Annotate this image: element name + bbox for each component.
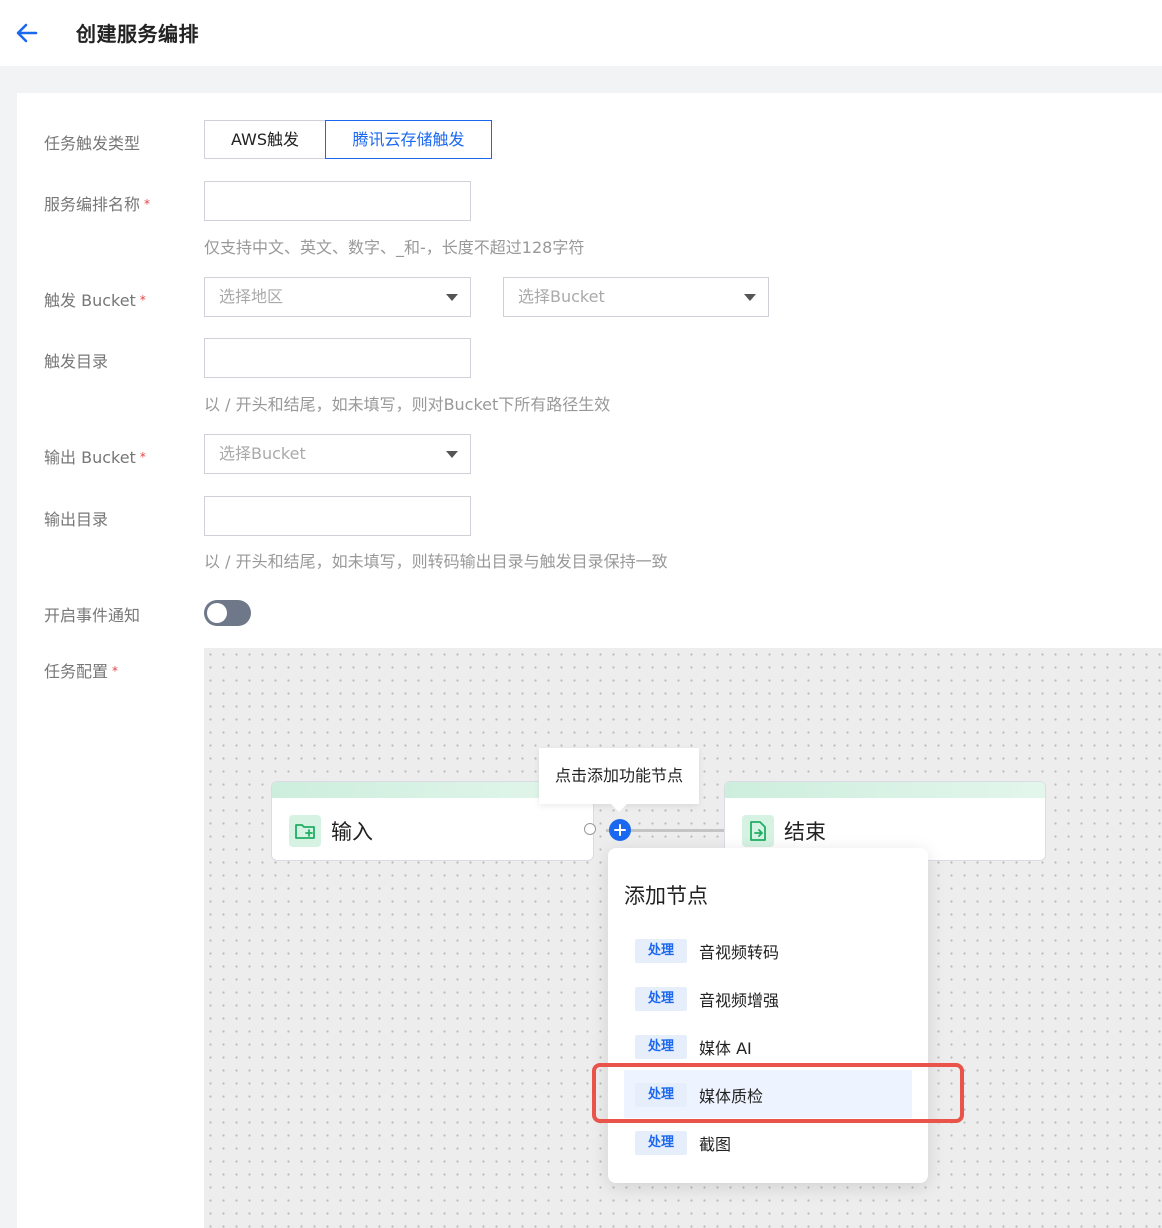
process-tag: 处理 — [635, 987, 687, 1011]
name-hint: 仅支持中文、英文、数字、_和-，长度不超过128字符 — [204, 238, 585, 257]
menu-item-label: 音视频转码 — [699, 943, 780, 962]
trigger-dir-input[interactable] — [204, 338, 471, 378]
menu-item-enhance[interactable]: 处理 音视频增强 — [624, 974, 912, 1022]
file-export-icon — [742, 815, 774, 847]
highlight-annotation — [592, 1063, 964, 1123]
name-input[interactable] — [204, 181, 471, 221]
page-title: 创建服务编排 — [76, 22, 199, 46]
name-label: 服务编排名称 * — [44, 191, 150, 215]
required-mark: * — [139, 450, 146, 464]
tooltip-text: 点击添加功能节点 — [554, 766, 683, 785]
trigger-type-tencent-cos[interactable]: 腾讯云存储触发 — [325, 120, 492, 159]
input-node-label: 输入 — [331, 820, 373, 844]
required-mark: * — [144, 197, 151, 211]
add-node-button[interactable] — [609, 819, 631, 841]
end-node-label: 结束 — [784, 820, 826, 844]
chevron-down-icon — [744, 294, 756, 301]
output-port[interactable] — [584, 823, 596, 835]
menu-item-label: 截图 — [699, 1135, 732, 1154]
task-config-label: 任务配置 * — [44, 658, 118, 682]
top-bar: 创建服务编排 — [0, 0, 1162, 66]
trigger-dir-label: 触发目录 — [44, 348, 108, 372]
output-bucket-label-text: 输出 Bucket — [44, 448, 136, 467]
process-tag: 处理 — [635, 1131, 687, 1155]
add-node-tooltip: 点击添加功能节点 — [539, 748, 699, 812]
event-notify-label-text: 开启事件通知 — [44, 606, 141, 625]
event-notify-toggle[interactable] — [204, 600, 251, 626]
toggle-knob — [207, 603, 227, 623]
arrow-left-icon[interactable] — [14, 20, 40, 46]
workflow-canvas[interactable]: 输入 结束 点击添加功能节点 添加节点 处理 音视频转码 处理 音视频增强 处理… — [204, 648, 1162, 1228]
node-header-stripe — [725, 782, 1045, 798]
add-node-menu: 添加节点 处理 音视频转码 处理 音视频增强 处理 媒体 AI 处理 媒体质检 … — [608, 848, 928, 1183]
plus-icon — [614, 824, 626, 836]
trigger-dir-label-text: 触发目录 — [44, 352, 109, 371]
chevron-down-icon — [446, 294, 458, 301]
trigger-bucket-select-placeholder: 选择Bucket — [518, 287, 605, 306]
region-select-placeholder: 选择地区 — [219, 287, 284, 306]
trigger-bucket-label-text: 触发 Bucket — [44, 291, 136, 310]
menu-item-screenshot[interactable]: 处理 截图 — [624, 1118, 912, 1166]
menu-item-transcode[interactable]: 处理 音视频转码 — [624, 926, 912, 974]
event-notify-label: 开启事件通知 — [44, 602, 140, 626]
output-bucket-select[interactable]: 选择Bucket — [204, 434, 471, 474]
process-tag: 处理 — [635, 1035, 687, 1059]
trigger-type-label-text: 任务触发类型 — [44, 134, 141, 153]
trigger-type-label: 任务触发类型 — [44, 130, 140, 154]
required-mark: * — [139, 293, 146, 307]
output-dir-label: 输出目录 — [44, 506, 108, 530]
trigger-bucket-select[interactable]: 选择Bucket — [503, 277, 769, 317]
add-node-menu-title: 添加节点 — [624, 884, 708, 908]
trigger-dir-hint: 以 / 开头和结尾，如未填写，则对Bucket下所有路径生效 — [204, 395, 611, 414]
trigger-bucket-label: 触发 Bucket * — [44, 287, 146, 311]
output-dir-input[interactable] — [204, 496, 471, 536]
form-card: 任务触发类型 AWS触发 腾讯云存储触发 服务编排名称 * 仅支持中文、英文、数字… — [17, 93, 1162, 1228]
output-bucket-label: 输出 Bucket * — [44, 444, 146, 468]
required-mark: * — [112, 664, 119, 678]
tooltip-arrow — [611, 804, 627, 812]
output-dir-hint: 以 / 开头和结尾，如未填写，则转码输出目录与触发目录保持一致 — [204, 552, 668, 571]
menu-item-label: 音视频增强 — [699, 991, 780, 1010]
folder-plus-icon — [289, 815, 321, 847]
chevron-down-icon — [446, 451, 458, 458]
process-tag: 处理 — [635, 939, 687, 963]
name-label-text: 服务编排名称 — [44, 195, 141, 214]
menu-item-label: 媒体 AI — [699, 1039, 752, 1058]
output-dir-label-text: 输出目录 — [44, 510, 109, 529]
trigger-type-aws[interactable]: AWS触发 — [204, 120, 326, 159]
region-select[interactable]: 选择地区 — [204, 277, 471, 317]
output-bucket-select-placeholder: 选择Bucket — [219, 444, 306, 463]
task-config-label-text: 任务配置 — [44, 662, 109, 681]
